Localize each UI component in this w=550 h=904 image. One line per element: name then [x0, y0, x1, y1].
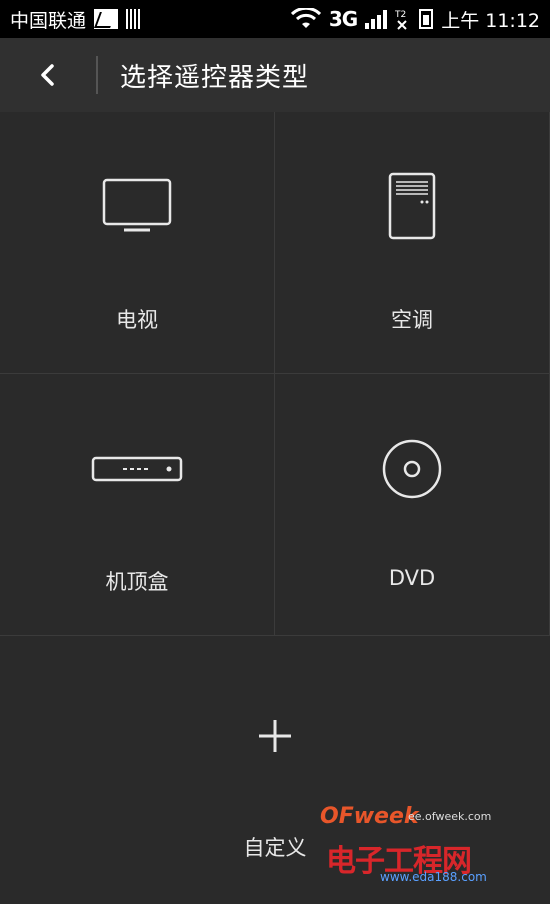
sim-card-icon: [126, 9, 142, 29]
chevron-left-icon: [41, 64, 54, 86]
device-type-dvd[interactable]: DVD: [275, 374, 550, 636]
network-type: 3G: [328, 7, 358, 31]
clock: 上午 11:12: [441, 9, 540, 32]
no-sim-icon: [94, 9, 119, 29]
watermark: OFweek ee.ofweek.com 电子工程网 www.eda188.co…: [320, 804, 530, 884]
device-type-label: 电视: [116, 308, 158, 332]
plus-icon: [259, 720, 291, 752]
page-title: 选择遥控器类型: [120, 62, 310, 93]
secondary-signal-icon: T2: [395, 10, 407, 30]
app-header: 选择遥控器类型: [0, 38, 550, 112]
wifi-icon: [290, 8, 321, 28]
tv-icon: [102, 178, 172, 232]
device-type-tv[interactable]: 电视: [0, 112, 275, 374]
battery-icon: [419, 9, 434, 29]
air-conditioner-icon: [388, 172, 436, 240]
device-type-label: 机顶盒: [105, 570, 169, 594]
header-divider: [96, 56, 98, 94]
watermark-site: ee.ofweek.com: [408, 810, 492, 823]
watermark-url: www.eda188.com: [380, 870, 487, 884]
svg-text:T2: T2: [395, 10, 406, 20]
device-type-grid: 电视 空调 机顶盒 DVD 自定义: [0, 112, 550, 904]
device-type-label: 空调: [391, 308, 433, 332]
signal-strength-icon: [365, 9, 388, 29]
dvd-disc-icon: [382, 439, 442, 499]
set-top-box-icon: [91, 456, 183, 482]
watermark-brand: OFweek: [320, 804, 419, 829]
device-type-label: DVD: [388, 566, 436, 590]
status-bar: 中国联通 3G T2 上午 11:12: [0, 0, 550, 38]
device-type-set-top-box[interactable]: 机顶盒: [0, 374, 275, 636]
carrier-name: 中国联通: [10, 9, 87, 32]
back-button[interactable]: [0, 38, 96, 112]
device-type-air-conditioner[interactable]: 空调: [275, 112, 550, 374]
